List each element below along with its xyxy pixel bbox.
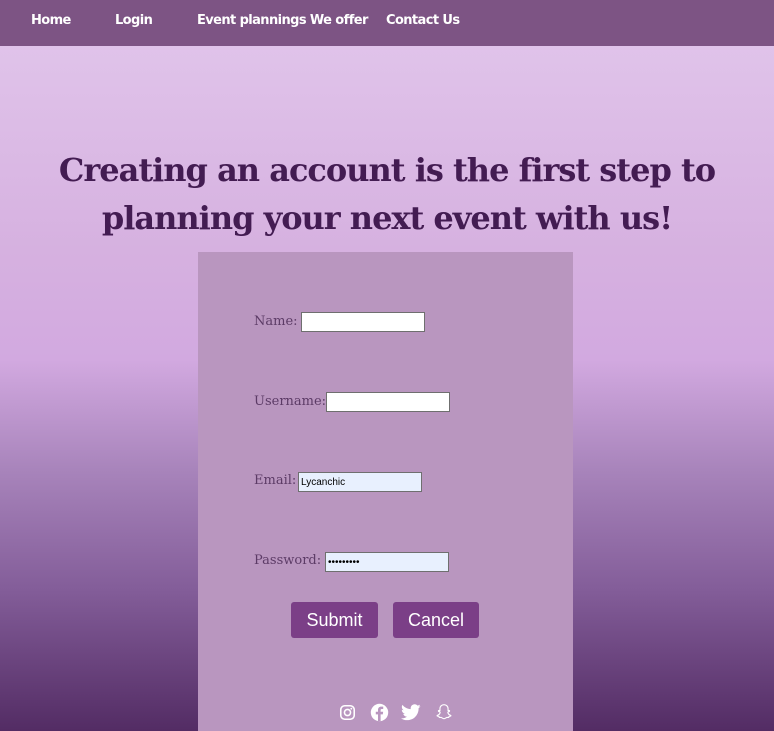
username-input[interactable] [326, 392, 450, 412]
name-label: Name: [254, 314, 298, 329]
nav-link-event-plannings[interactable]: Event plannings We offer [197, 13, 368, 28]
signup-form-panel: Name: Username: Email: Password: Submit … [198, 252, 573, 731]
password-label: Password: [254, 553, 322, 568]
page-headline: Creating an account is the first step to… [58, 151, 716, 237]
top-navbar: Home Login Event plannings We offer Cont… [0, 0, 774, 46]
password-input[interactable] [325, 552, 449, 572]
twitter-icon[interactable] [401, 702, 421, 722]
instagram-icon[interactable] [337, 702, 357, 722]
username-label: Username: [254, 394, 327, 409]
email-label: Email: [254, 473, 297, 488]
submit-button[interactable]: Submit [291, 602, 378, 638]
nav-link-login[interactable]: Login [115, 13, 153, 28]
facebook-icon[interactable] [369, 702, 389, 722]
cancel-button[interactable]: Cancel [393, 602, 479, 638]
snapchat-icon[interactable] [434, 702, 454, 722]
email-input[interactable] [298, 472, 422, 492]
nav-link-home[interactable]: Home [31, 13, 71, 28]
name-input[interactable] [301, 312, 425, 332]
nav-link-contact-us[interactable]: Contact Us [386, 13, 460, 28]
